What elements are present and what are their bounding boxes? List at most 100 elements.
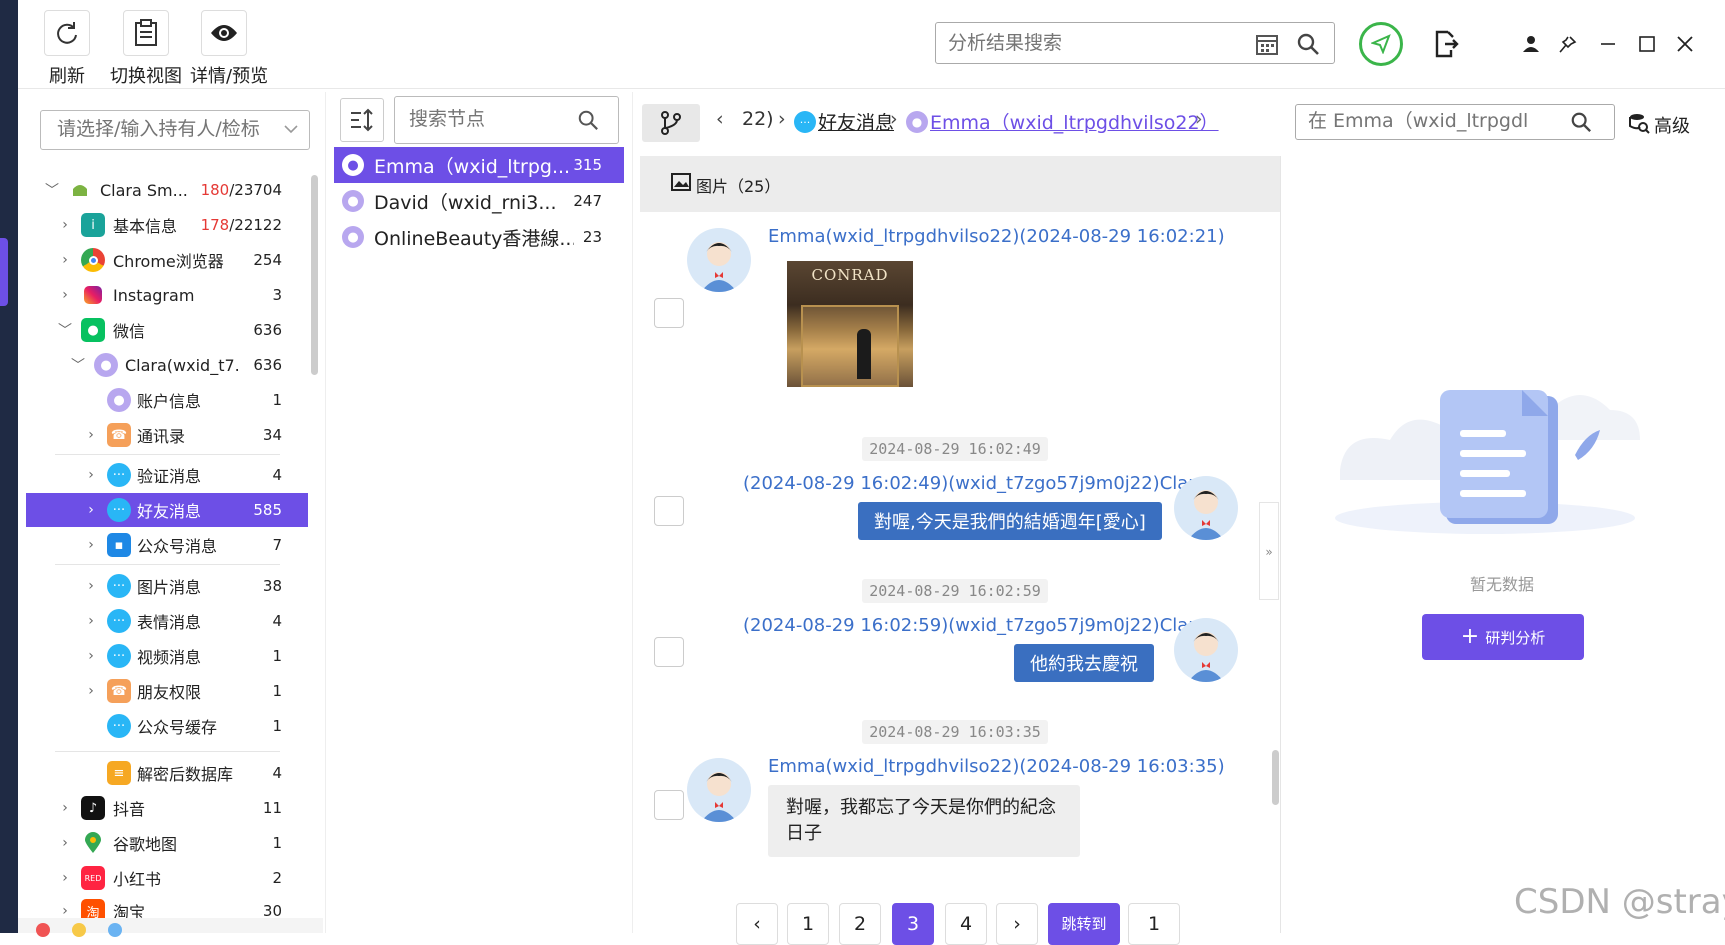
- search-icon[interactable]: [1568, 109, 1594, 135]
- chevron-right-icon[interactable]: ›: [84, 467, 98, 483]
- chevron-down-icon[interactable]: [283, 121, 299, 137]
- branch-button[interactable]: [642, 104, 700, 142]
- chat-scrollbar[interactable]: [1272, 750, 1279, 805]
- close-icon[interactable]: [1674, 33, 1696, 55]
- node-count: 23: [582, 228, 602, 246]
- tree-item-label: 表情消息: [137, 613, 202, 632]
- empty-state-label: 暂无数据: [1470, 575, 1535, 594]
- find-in-node-box[interactable]: [1295, 104, 1615, 140]
- analyze-button[interactable]: + 研判分析: [1422, 614, 1584, 660]
- tree-item-official-msg[interactable]: › ▪ 公众号消息 7: [26, 528, 308, 562]
- chevron-right-icon[interactable]: ›: [58, 903, 72, 919]
- chevron-right-icon[interactable]: ›: [58, 252, 72, 268]
- jump-to-button[interactable]: 跳转到: [1048, 903, 1120, 945]
- message-checkbox[interactable]: [654, 298, 684, 328]
- node-search-input[interactable]: [409, 108, 569, 130]
- result-search-box[interactable]: [935, 22, 1335, 64]
- node-item[interactable]: ● Emma（wxid_ltrpg... 315: [334, 147, 624, 183]
- node-item[interactable]: ● David（wxid_rni3... 247: [334, 183, 624, 219]
- node-item[interactable]: ● OnlineBeauty香港線... 23: [334, 219, 624, 255]
- chevron-right-icon[interactable]: ›: [84, 613, 98, 629]
- chevron-right-icon[interactable]: ›: [58, 870, 72, 886]
- chevron-right-icon[interactable]: ›: [58, 287, 72, 303]
- page-button[interactable]: 4: [945, 903, 987, 945]
- page-prev-button[interactable]: ‹: [736, 903, 778, 945]
- tree-item-douyin[interactable]: › ♪ 抖音 11: [26, 791, 308, 825]
- refresh-button[interactable]: [44, 10, 90, 56]
- tree-item-account-info[interactable]: ● 账户信息 1: [26, 383, 308, 417]
- message-image[interactable]: CONRAD: [787, 261, 913, 387]
- chevron-right-icon[interactable]: ›: [58, 217, 72, 233]
- maximize-icon[interactable]: [1636, 33, 1658, 55]
- page-button[interactable]: 2: [839, 903, 881, 945]
- tree-item-xiaohongshu[interactable]: › RED 小红书 2: [26, 861, 308, 895]
- chevron-right-icon[interactable]: ›: [84, 683, 98, 699]
- tree-item-sticker-msg[interactable]: › ··· 表情消息 4: [26, 604, 308, 638]
- page-button[interactable]: 1: [787, 903, 829, 945]
- tree-item-image-msg[interactable]: › ··· 图片消息 38: [26, 569, 308, 603]
- sort-button[interactable]: [340, 98, 384, 142]
- message-checkbox[interactable]: [654, 496, 684, 526]
- chevron-right-icon[interactable]: ›: [84, 578, 98, 594]
- search-icon[interactable]: [575, 107, 601, 133]
- chevron-right-icon[interactable]: ›: [58, 800, 72, 816]
- message-checkbox[interactable]: [654, 637, 684, 667]
- tree-item-decrypted-db[interactable]: ≡ 解密后数据库 4: [26, 756, 308, 790]
- message-timestamp: 2024-08-29 16:02:49: [862, 437, 1048, 461]
- search-icon[interactable]: [1294, 30, 1322, 58]
- page-next-button[interactable]: ›: [996, 903, 1038, 945]
- advanced-search-icon[interactable]: [1626, 110, 1652, 136]
- red-dot-icon[interactable]: [36, 923, 50, 937]
- chevron-right-icon[interactable]: ›: [84, 537, 98, 553]
- find-in-node-input[interactable]: [1308, 110, 1558, 132]
- calendar-icon[interactable]: [1254, 31, 1280, 57]
- details-preview-button[interactable]: [201, 10, 247, 56]
- tree-item-clara-device[interactable]: ﹀ Clara Sm... 180/23704: [26, 173, 308, 207]
- tree-item-friend-msg[interactable]: › ··· 好友消息 585: [26, 493, 308, 527]
- wechat-icon: ●: [81, 318, 105, 342]
- breadcrumb-current[interactable]: Emma（wxid_ltrpgdhvilso22）: [930, 108, 1219, 135]
- holder-select[interactable]: [40, 110, 310, 150]
- pin-icon[interactable]: [1557, 33, 1579, 55]
- export-icon[interactable]: [1431, 28, 1461, 60]
- tree-item-wechat[interactable]: ﹀ ● 微信 636: [26, 313, 308, 347]
- phone-book-icon: ☎: [107, 679, 131, 703]
- tree-item-official-cache[interactable]: ··· 公众号缓存 1: [26, 709, 308, 743]
- blue-dot-icon[interactable]: [108, 923, 122, 937]
- collapse-handle[interactable]: »: [1259, 502, 1279, 600]
- breadcrumb-back-icon[interactable]: ‹: [716, 108, 724, 130]
- tree-item-friend-permission[interactable]: › ☎ 朋友权限 1: [26, 674, 308, 708]
- yellow-dot-icon[interactable]: [72, 923, 86, 937]
- tree-item-chrome[interactable]: › Chrome浏览器 254: [26, 243, 308, 277]
- tree-item-contacts[interactable]: › ☎ 通讯录 34: [26, 418, 308, 452]
- user-icon[interactable]: [1520, 33, 1542, 55]
- page-button-current[interactable]: 3: [892, 903, 934, 945]
- tree-item-google-maps[interactable]: › 谷歌地图 1: [26, 826, 308, 860]
- map-pin-icon: [81, 831, 105, 855]
- switch-view-button[interactable]: [123, 10, 169, 56]
- tree-scrollbar[interactable]: [311, 175, 318, 375]
- send-status-icon[interactable]: [1359, 22, 1403, 66]
- chevron-right-icon[interactable]: ›: [84, 427, 98, 443]
- tree-item-basic-info[interactable]: › i 基本信息 178/22122: [26, 208, 308, 242]
- advanced-button-label[interactable]: 高级: [1654, 112, 1690, 138]
- result-search-input[interactable]: [948, 29, 1248, 57]
- chevron-down-icon[interactable]: ﹀: [45, 180, 59, 200]
- node-search-box[interactable]: [394, 96, 619, 144]
- chevron-down-icon[interactable]: ﹀: [71, 355, 85, 375]
- jump-page-input[interactable]: 1: [1128, 903, 1180, 945]
- chevron-right-icon[interactable]: ›: [84, 502, 98, 518]
- sort-icon: [351, 108, 373, 132]
- chevron-down-icon[interactable]: ﹀: [58, 320, 72, 340]
- breadcrumb-forward-icon[interactable]: ›: [1195, 108, 1203, 130]
- minimize-icon[interactable]: [1597, 33, 1619, 55]
- tree-item-verify-msg[interactable]: › ··· 验证消息 4: [26, 458, 308, 492]
- tree-item-clara-account[interactable]: ﹀ ● Clara(wxid_t7... 636: [26, 348, 308, 382]
- message-checkbox[interactable]: [654, 790, 684, 820]
- chevron-right-icon[interactable]: ›: [58, 835, 72, 851]
- tree-item-video-msg[interactable]: › ··· 视频消息 1: [26, 639, 308, 673]
- tree-item-instagram[interactable]: › Instagram 3: [26, 278, 308, 312]
- holder-select-input[interactable]: [57, 118, 277, 140]
- chevron-right-icon[interactable]: ›: [84, 648, 98, 664]
- breadcrumb-section[interactable]: 好友消息: [818, 108, 894, 135]
